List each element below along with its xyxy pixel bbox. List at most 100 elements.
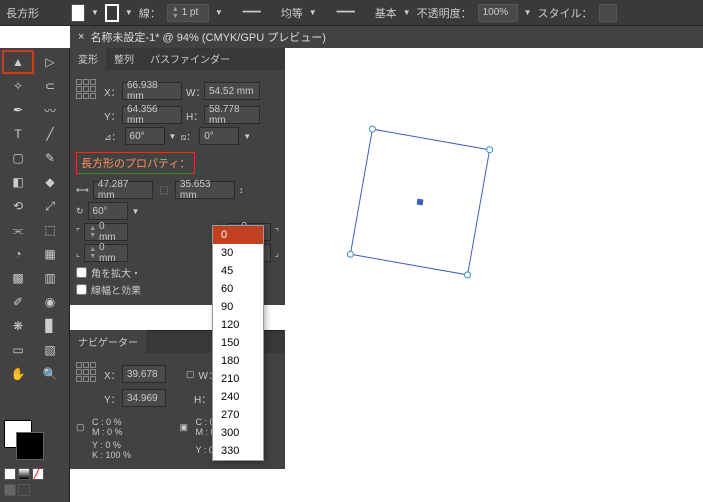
chevron-down-icon[interactable]: ▼ [243, 132, 251, 141]
none-mode[interactable]: ╱ [32, 468, 44, 480]
nav-k: K : 100 % [92, 450, 176, 460]
symbol-sprayer-tool[interactable]: ❋ [2, 314, 34, 338]
slice-tool[interactable]: ▧ [34, 338, 66, 362]
rotate-tool[interactable]: ⟲ [2, 194, 34, 218]
chevron-down-icon[interactable]: ▼ [309, 8, 317, 17]
chevron-down-icon[interactable]: ▼ [125, 8, 133, 17]
rect-height-input[interactable]: 35.653 mm [175, 181, 235, 199]
opacity-input[interactable]: 100% [478, 4, 518, 22]
rectangle-shape[interactable] [350, 129, 490, 276]
chevron-down-icon[interactable]: ▼ [215, 8, 223, 17]
style-swatch[interactable] [599, 4, 617, 22]
blend-tool[interactable]: ◉ [34, 290, 66, 314]
stroke-swatch[interactable] [105, 4, 119, 22]
document-tab[interactable]: × 名称未設定-1* @ 94% (CMYK/GPU プレビュー) [70, 26, 703, 48]
dropdown-option[interactable]: 45 [213, 262, 263, 280]
dropdown-option[interactable]: 240 [213, 388, 263, 406]
rect-width-input[interactable]: 47.287 mm [93, 181, 153, 199]
w-input[interactable]: 54.52 mm [204, 82, 260, 100]
handle-br[interactable] [464, 271, 472, 279]
dropdown-option[interactable]: 330 [213, 442, 263, 460]
gradient-tool[interactable]: ▥ [34, 266, 66, 290]
nav-y-input[interactable]: 34.969 [122, 389, 166, 407]
handle-tr[interactable] [486, 146, 494, 154]
stroke-color[interactable] [16, 432, 44, 460]
lasso-tool[interactable]: ⊂ [34, 74, 66, 98]
tab-transform[interactable]: 変形 [70, 47, 106, 70]
dropdown-option[interactable]: 120 [213, 316, 263, 334]
reference-point[interactable] [76, 362, 100, 386]
screen-mode-2[interactable] [18, 484, 30, 496]
tab-pathfinder[interactable]: パスファインダー [142, 47, 238, 70]
center-point[interactable] [417, 199, 424, 206]
dash-preview[interactable]: ━━━ [229, 4, 275, 22]
dropdown-option[interactable]: 60 [213, 280, 263, 298]
link-icon[interactable]: ⬚ [157, 181, 171, 199]
dropdown-option[interactable]: 30 [213, 244, 263, 262]
dropdown-option[interactable]: 90 [213, 298, 263, 316]
perspective-tool[interactable]: ▦ [34, 242, 66, 266]
fill-swatch[interactable] [71, 4, 85, 22]
handle-bl[interactable] [346, 250, 354, 258]
panel-tabs: 変形 整列 パスファインダー [70, 48, 285, 70]
rectangle-tool[interactable]: ▢ [2, 146, 34, 170]
x-input[interactable]: 66.938 mm [122, 82, 182, 100]
pen-tool[interactable]: ✒ [2, 98, 34, 122]
paintbrush-tool[interactable]: ✎ [34, 146, 66, 170]
corner-tl-input[interactable]: ▲▼ 0 mm [84, 223, 128, 241]
free-transform-tool[interactable]: ⬚ [34, 218, 66, 242]
tab-align[interactable]: 整列 [106, 47, 142, 70]
chevron-down-icon[interactable]: ▼ [132, 207, 140, 216]
eyedropper-tool[interactable]: ✐ [2, 290, 34, 314]
stroke-weight-input[interactable]: ▲▼ 1 pt [167, 4, 209, 22]
profile-label: 基本 [375, 5, 397, 21]
angle-input[interactable]: 60° [125, 127, 165, 145]
rect-angle-input[interactable]: 60° [88, 202, 128, 220]
type-tool[interactable]: T [2, 122, 34, 146]
shape-builder-tool[interactable]: ◔ [2, 242, 34, 266]
dropdown-option[interactable]: 300 [213, 424, 263, 442]
curvature-tool[interactable]: 〰 [34, 98, 66, 122]
angle-dropdown[interactable]: 030456090120150180210240270300330 [212, 225, 264, 461]
dropdown-option[interactable]: 180 [213, 352, 263, 370]
close-icon[interactable]: × [78, 31, 84, 43]
screen-mode[interactable] [4, 484, 16, 496]
dropdown-option[interactable]: 210 [213, 370, 263, 388]
zoom-tool[interactable]: 🔍 [34, 362, 66, 386]
artboard-tool[interactable]: ▭ [2, 338, 34, 362]
chevron-down-icon[interactable]: ▼ [91, 8, 99, 17]
gradient-mode[interactable] [18, 468, 30, 480]
rect-properties-header: 長方形のプロパティ： [76, 152, 195, 174]
shaper-tool[interactable]: ◧ [2, 170, 34, 194]
dropdown-option[interactable]: 270 [213, 406, 263, 424]
canvas[interactable] [285, 48, 703, 502]
dropdown-option[interactable]: 0 [213, 226, 263, 244]
magic-wand-tool[interactable]: ✧ [2, 74, 34, 98]
tab-navigator[interactable]: ナビゲーター [70, 330, 146, 353]
mesh-tool[interactable]: ▩ [2, 266, 34, 290]
handle-tl[interactable] [368, 125, 376, 133]
color-mode[interactable] [4, 468, 16, 480]
shape-name: 長方形 [6, 5, 39, 21]
graph-tool[interactable]: ▊ [34, 314, 66, 338]
rect-width-icon: ⟷ [76, 185, 89, 196]
reference-point[interactable] [76, 79, 100, 103]
y-input[interactable]: 64.356 mm [122, 106, 182, 124]
chevron-down-icon[interactable]: ▼ [169, 132, 177, 141]
width-tool[interactable]: ⫘ [2, 218, 34, 242]
dropdown-option[interactable]: 150 [213, 334, 263, 352]
chevron-down-icon[interactable]: ▼ [403, 8, 411, 17]
eraser-tool[interactable]: ◆ [34, 170, 66, 194]
scale-tool[interactable]: ⤢ [34, 194, 66, 218]
hand-tool[interactable]: ✋ [2, 362, 34, 386]
profile-preview[interactable]: ━━━ [323, 4, 369, 22]
shear-input[interactable]: 0° [199, 127, 239, 145]
h-input[interactable]: 58.778 mm [204, 106, 260, 124]
nav-x-input[interactable]: 39.678 [122, 365, 166, 383]
chevron-down-icon[interactable]: ▼ [524, 8, 532, 17]
corner-bl-input[interactable]: ▲▼ 0 mm [84, 244, 128, 262]
direct-selection-tool[interactable]: ▷ [34, 50, 66, 74]
line-tool[interactable]: ╱ [34, 122, 66, 146]
rect-angle-icon: ↻ [76, 206, 84, 217]
selection-tool[interactable]: ▲ [2, 50, 34, 74]
